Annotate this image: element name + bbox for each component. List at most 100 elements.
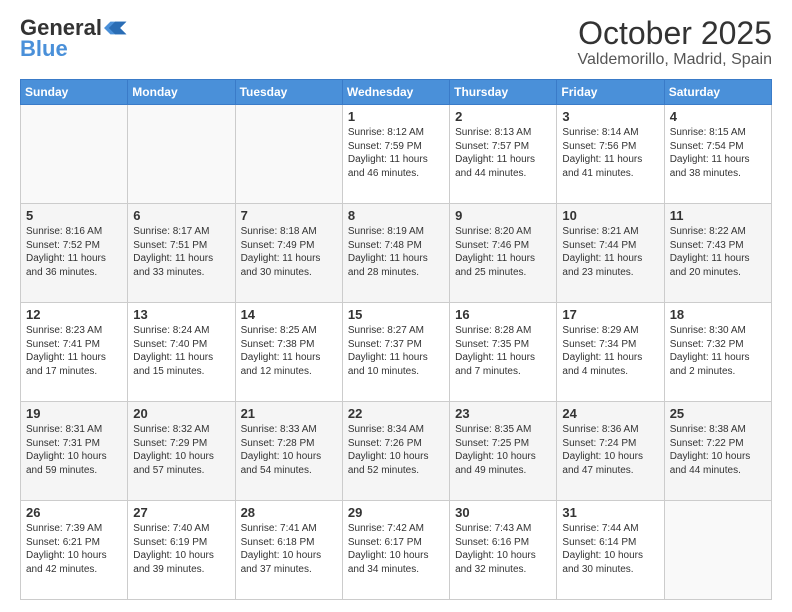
day-info: Sunrise: 8:20 AM Sunset: 7:46 PM Dayligh… (455, 225, 551, 279)
calendar-cell: 18 Sunrise: 8:30 AM Sunset: 7:32 PM Dayli… (664, 303, 771, 402)
calendar: SundayMondayTuesdayWednesdayThursdayFrid… (20, 79, 772, 600)
day-number: 22 (348, 406, 444, 421)
day-number: 30 (455, 505, 551, 520)
day-number: 18 (670, 307, 766, 322)
day-number: 10 (562, 208, 658, 223)
calendar-cell: 7Sunrise: 8:18 AM Sunset: 7:49 PM Daylig… (235, 204, 342, 303)
logo-blue: Blue (20, 36, 68, 62)
day-info: Sunrise: 8:16 AM Sunset: 7:52 PM Dayligh… (26, 225, 122, 279)
calendar-cell: 17Sunrise: 8:29 AM Sunset: 7:34 PM Dayli… (557, 303, 664, 402)
day-of-week-wednesday: Wednesday (342, 80, 449, 105)
day-number: 31 (562, 505, 658, 520)
calendar-cell: 26 Sunrise: 7:39 AM Sunset: 6:21 PM Dayli… (21, 501, 128, 600)
calendar-cell: 30 Sunrise: 7:43 AM Sunset: 6:16 PM Dayli… (450, 501, 557, 600)
day-info: Sunrise: 8:27 AM Sunset: 7:37 PM Dayligh… (348, 324, 444, 378)
calendar-cell: 3Sunrise: 8:14 AM Sunset: 7:56 PM Daylig… (557, 105, 664, 204)
calendar-cell: 31 Sunrise: 7:44 AM Sunset: 6:14 PM Dayli… (557, 501, 664, 600)
calendar-week-4: 19 Sunrise: 8:31 AM Sunset: 7:31 PM Dayli… (21, 402, 772, 501)
calendar-cell (664, 501, 771, 600)
day-number: 13 (133, 307, 229, 322)
day-info: Sunrise: 7:40 AM Sunset: 6:19 PM Dayligh… (133, 522, 229, 576)
day-info: Sunrise: 8:35 AM Sunset: 7:25 PM Dayligh… (455, 423, 551, 477)
day-number: 6 (133, 208, 229, 223)
day-number: 25 (670, 406, 766, 421)
day-info: Sunrise: 7:41 AM Sunset: 6:18 PM Dayligh… (241, 522, 337, 576)
day-info: Sunrise: 8:30 AM Sunset: 7:32 PM Dayligh… (670, 324, 766, 378)
day-info: Sunrise: 8:14 AM Sunset: 7:56 PM Dayligh… (562, 126, 658, 180)
day-of-week-monday: Monday (128, 80, 235, 105)
day-number: 7 (241, 208, 337, 223)
logo: General Blue (20, 16, 128, 62)
day-info: Sunrise: 8:32 AM Sunset: 7:29 PM Dayligh… (133, 423, 229, 477)
day-info: Sunrise: 8:36 AM Sunset: 7:24 PM Dayligh… (562, 423, 658, 477)
calendar-cell: 10 Sunrise: 8:21 AM Sunset: 7:44 PM Dayli… (557, 204, 664, 303)
page: General Blue October 2025 Valdemorillo, … (0, 0, 792, 612)
calendar-cell: 1 Sunrise: 8:12 AM Sunset: 7:59 PM Daylig… (342, 105, 449, 204)
day-number: 14 (241, 307, 337, 322)
day-number: 28 (241, 505, 337, 520)
day-info: Sunrise: 8:15 AM Sunset: 7:54 PM Dayligh… (670, 126, 766, 180)
day-info: Sunrise: 8:28 AM Sunset: 7:35 PM Dayligh… (455, 324, 551, 378)
day-info: Sunrise: 8:22 AM Sunset: 7:43 PM Dayligh… (670, 225, 766, 279)
calendar-cell: 29Sunrise: 7:42 AM Sunset: 6:17 PM Dayli… (342, 501, 449, 600)
calendar-cell: 13 Sunrise: 8:24 AM Sunset: 7:40 PM Dayli… (128, 303, 235, 402)
day-number: 16 (455, 307, 551, 322)
day-info: Sunrise: 8:12 AM Sunset: 7:59 PM Dayligh… (348, 126, 444, 180)
calendar-cell: 25 Sunrise: 8:38 AM Sunset: 7:22 PM Dayli… (664, 402, 771, 501)
day-info: Sunrise: 7:43 AM Sunset: 6:16 PM Dayligh… (455, 522, 551, 576)
day-number: 26 (26, 505, 122, 520)
day-info: Sunrise: 8:33 AM Sunset: 7:28 PM Dayligh… (241, 423, 337, 477)
calendar-header-row: SundayMondayTuesdayWednesdayThursdayFrid… (21, 80, 772, 105)
calendar-week-3: 12 Sunrise: 8:23 AM Sunset: 7:41 PM Dayli… (21, 303, 772, 402)
day-number: 4 (670, 109, 766, 124)
day-info: Sunrise: 7:42 AM Sunset: 6:17 PM Dayligh… (348, 522, 444, 576)
day-info: Sunrise: 7:44 AM Sunset: 6:14 PM Dayligh… (562, 522, 658, 576)
calendar-cell: 20 Sunrise: 8:32 AM Sunset: 7:29 PM Dayli… (128, 402, 235, 501)
location: Valdemorillo, Madrid, Spain (578, 51, 772, 69)
day-of-week-sunday: Sunday (21, 80, 128, 105)
day-info: Sunrise: 8:38 AM Sunset: 7:22 PM Dayligh… (670, 423, 766, 477)
calendar-week-5: 26 Sunrise: 7:39 AM Sunset: 6:21 PM Dayli… (21, 501, 772, 600)
calendar-cell: 2 Sunrise: 8:13 AM Sunset: 7:57 PM Daylig… (450, 105, 557, 204)
day-info: Sunrise: 7:39 AM Sunset: 6:21 PM Dayligh… (26, 522, 122, 576)
calendar-cell: 28 Sunrise: 7:41 AM Sunset: 6:18 PM Dayli… (235, 501, 342, 600)
day-number: 24 (562, 406, 658, 421)
day-number: 19 (26, 406, 122, 421)
day-info: Sunrise: 8:13 AM Sunset: 7:57 PM Dayligh… (455, 126, 551, 180)
day-info: Sunrise: 8:29 AM Sunset: 7:34 PM Dayligh… (562, 324, 658, 378)
day-number: 12 (26, 307, 122, 322)
calendar-cell: 27 Sunrise: 7:40 AM Sunset: 6:19 PM Dayli… (128, 501, 235, 600)
day-number: 9 (455, 208, 551, 223)
day-number: 5 (26, 208, 122, 223)
day-number: 15 (348, 307, 444, 322)
day-info: Sunrise: 8:23 AM Sunset: 7:41 PM Dayligh… (26, 324, 122, 378)
day-info: Sunrise: 8:24 AM Sunset: 7:40 PM Dayligh… (133, 324, 229, 378)
day-info: Sunrise: 8:21 AM Sunset: 7:44 PM Dayligh… (562, 225, 658, 279)
calendar-cell: 11 Sunrise: 8:22 AM Sunset: 7:43 PM Dayli… (664, 204, 771, 303)
calendar-cell: 8Sunrise: 8:19 AM Sunset: 7:48 PM Daylig… (342, 204, 449, 303)
calendar-cell (21, 105, 128, 204)
day-number: 20 (133, 406, 229, 421)
day-info: Sunrise: 8:17 AM Sunset: 7:51 PM Dayligh… (133, 225, 229, 279)
day-number: 27 (133, 505, 229, 520)
calendar-cell: 16 Sunrise: 8:28 AM Sunset: 7:35 PM Dayli… (450, 303, 557, 402)
day-number: 21 (241, 406, 337, 421)
day-number: 2 (455, 109, 551, 124)
day-of-week-thursday: Thursday (450, 80, 557, 105)
calendar-cell (128, 105, 235, 204)
day-number: 8 (348, 208, 444, 223)
day-of-week-saturday: Saturday (664, 80, 771, 105)
day-info: Sunrise: 8:31 AM Sunset: 7:31 PM Dayligh… (26, 423, 122, 477)
calendar-cell: 21 Sunrise: 8:33 AM Sunset: 7:28 PM Dayli… (235, 402, 342, 501)
calendar-cell: 5 Sunrise: 8:16 AM Sunset: 7:52 PM Daylig… (21, 204, 128, 303)
calendar-cell (235, 105, 342, 204)
day-number: 1 (348, 109, 444, 124)
calendar-cell: 19 Sunrise: 8:31 AM Sunset: 7:31 PM Dayli… (21, 402, 128, 501)
header: General Blue October 2025 Valdemorillo, … (20, 16, 772, 69)
calendar-cell: 14Sunrise: 8:25 AM Sunset: 7:38 PM Dayli… (235, 303, 342, 402)
day-number: 11 (670, 208, 766, 223)
calendar-cell: 15 Sunrise: 8:27 AM Sunset: 7:37 PM Dayli… (342, 303, 449, 402)
day-number: 23 (455, 406, 551, 421)
calendar-cell: 23 Sunrise: 8:35 AM Sunset: 7:25 PM Dayli… (450, 402, 557, 501)
calendar-cell: 4 Sunrise: 8:15 AM Sunset: 7:54 PM Daylig… (664, 105, 771, 204)
